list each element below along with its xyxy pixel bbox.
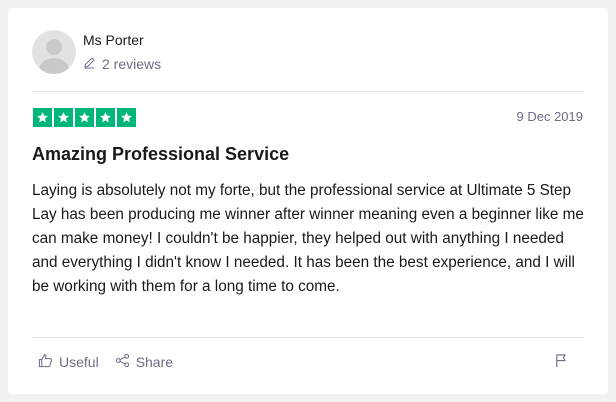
divider <box>32 91 584 92</box>
reviewer-name[interactable]: Ms Porter <box>83 32 144 48</box>
star-icon <box>117 108 136 127</box>
review-body: Laying is absolutely not my forte, but t… <box>32 182 584 295</box>
pencil-icon <box>83 56 96 72</box>
star-icon <box>96 108 115 127</box>
review-actions: Useful Share <box>38 353 173 371</box>
review-card: Ms Porter 2 reviews 9 Dec 2019 Amazing P… <box>8 8 608 394</box>
reviews-count-text: 2 reviews <box>102 56 162 72</box>
star-icon <box>54 108 73 127</box>
share-icon <box>115 353 130 371</box>
divider <box>32 337 584 338</box>
report-button[interactable] <box>554 353 568 373</box>
useful-button[interactable]: Useful <box>38 353 99 371</box>
star-rating <box>33 108 136 127</box>
useful-label: Useful <box>59 354 99 370</box>
star-icon <box>75 108 94 127</box>
share-button[interactable]: Share <box>115 353 173 371</box>
share-label: Share <box>135 354 174 370</box>
star-icon <box>33 108 52 127</box>
person-silhouette-icon <box>39 39 69 74</box>
reviews-count: 2 reviews <box>83 56 161 72</box>
avatar[interactable] <box>32 30 76 74</box>
review-date: 9 Dec 2019 <box>516 109 584 124</box>
thumbs-up-icon <box>38 353 53 371</box>
flag-icon <box>554 354 568 372</box>
review-title[interactable]: Amazing Professional Service <box>32 144 289 165</box>
